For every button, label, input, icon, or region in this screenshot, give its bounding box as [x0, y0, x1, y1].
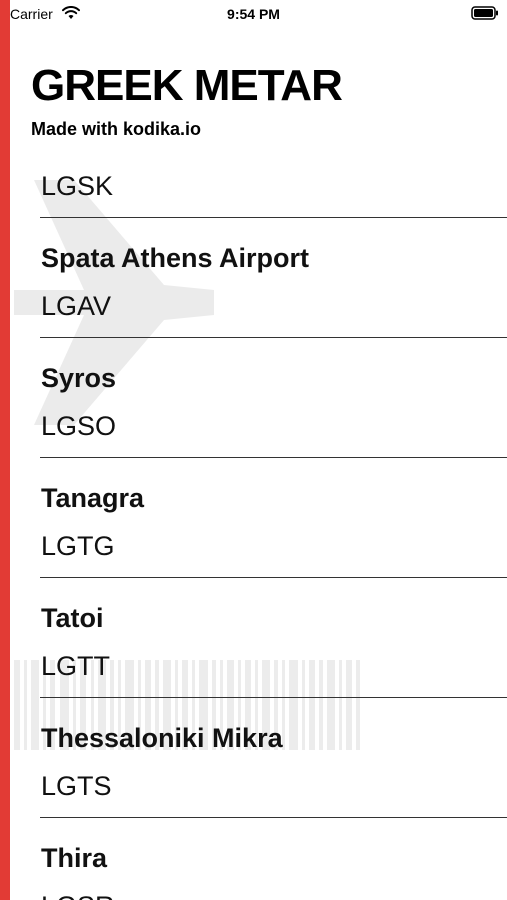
airport-name: Thessaloniki Mikra	[41, 723, 283, 753]
accent-side-bar	[0, 0, 10, 900]
list-item[interactable]: Thessaloniki Mikra LGTS	[40, 698, 507, 818]
airport-code: LGTG	[41, 531, 115, 561]
status-time: 9:54 PM	[227, 6, 280, 22]
list-item[interactable]: Syros LGSO	[40, 338, 507, 458]
airport-code: LGSK	[41, 171, 114, 201]
list-item[interactable]: Tanagra LGTG	[40, 458, 507, 578]
airport-code: LGSR	[41, 891, 115, 900]
airport-name: Thira	[41, 843, 108, 873]
airport-name: Spata Athens Airport	[41, 243, 310, 273]
list-item[interactable]: Thira LGSR	[40, 818, 507, 900]
airport-code: LGSO	[41, 411, 117, 441]
list-item[interactable]: Spata Athens Airport LGAV	[40, 218, 507, 338]
status-bar: Carrier 9:54 PM	[0, 0, 507, 28]
airport-name: Tatoi	[41, 603, 104, 633]
airport-name: Tanagra	[41, 483, 145, 513]
airport-list[interactable]: LGSK Spata Athens Airport LGAV Syros LGS…	[0, 160, 507, 900]
battery-icon	[471, 6, 499, 25]
screen: Carrier 9:54 PM GREEK METAR Made with ko…	[0, 0, 507, 900]
airport-code: LGTT	[41, 651, 111, 681]
airport-name: Syros	[41, 363, 117, 393]
list-item[interactable]: Tatoi LGTT	[40, 578, 507, 698]
airport-code: LGTS	[41, 771, 112, 801]
page-title: GREEK METAR	[31, 61, 343, 110]
page-subtitle: Made with kodika.io	[31, 119, 202, 139]
list-item[interactable]: LGSK	[40, 160, 507, 218]
airport-code: LGAV	[41, 291, 112, 321]
